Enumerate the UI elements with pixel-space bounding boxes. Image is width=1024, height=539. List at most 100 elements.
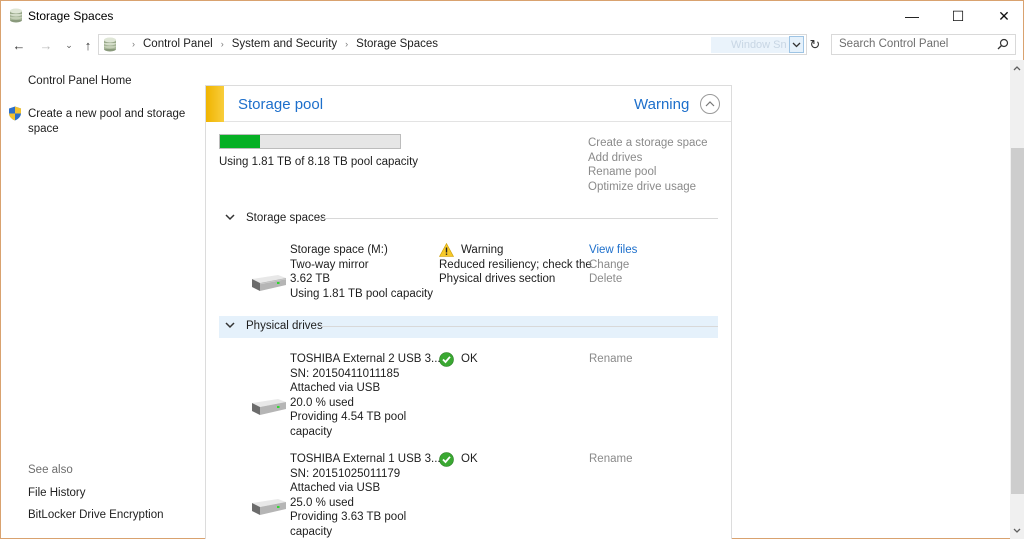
minimize-icon: — bbox=[905, 8, 919, 24]
up-button[interactable]: ↑ bbox=[79, 35, 97, 55]
storage-space-status-detail-2: Physical drives section bbox=[439, 273, 556, 286]
left-task-pane: Control Panel Home Create a new pool and… bbox=[1, 59, 201, 539]
drive-providing-cont: capacity bbox=[290, 525, 333, 538]
search-icon[interactable] bbox=[997, 38, 1009, 50]
scroll-up-button[interactable] bbox=[1010, 60, 1024, 77]
add-drives-link[interactable]: Add drives bbox=[588, 151, 708, 166]
minimize-button[interactable]: — bbox=[889, 1, 935, 31]
control-panel-home-link[interactable]: Control Panel Home bbox=[28, 74, 132, 89]
storage-space-status-detail: Reduced resiliency; check the bbox=[439, 258, 592, 271]
recent-locations-button[interactable]: ⌄ bbox=[60, 35, 78, 55]
close-button[interactable]: ✕ bbox=[981, 1, 1024, 31]
pool-usage-text: Using 1.81 TB of 8.18 TB pool capacity bbox=[219, 156, 419, 168]
maximize-icon: ☐ bbox=[951, 7, 965, 24]
physical-drive-info: TOSHIBA External 1 USB 3.... SN: 2015102… bbox=[290, 452, 444, 539]
address-bar[interactable]: › Control Panel › System and Security › … bbox=[98, 34, 807, 55]
chevron-down-icon: ⌄ bbox=[65, 39, 73, 50]
scroll-down-button[interactable] bbox=[1010, 522, 1024, 539]
forward-button[interactable]: → bbox=[37, 35, 55, 55]
chevron-down-icon bbox=[792, 42, 801, 47]
optimize-drive-usage-link[interactable]: Optimize drive usage bbox=[588, 180, 708, 195]
scroll-thumb[interactable] bbox=[1011, 148, 1024, 494]
storage-spaces-location-icon bbox=[104, 37, 116, 52]
chevron-up-icon bbox=[1013, 66, 1021, 71]
drive-connection: Attached via USB bbox=[290, 482, 381, 495]
window-title: Storage Spaces bbox=[28, 9, 114, 23]
change-link[interactable]: Change bbox=[589, 258, 637, 273]
storage-pool-header[interactable]: Storage pool Warning bbox=[206, 86, 731, 122]
pool-capacity-fill bbox=[220, 135, 260, 148]
storage-space-info: Storage space (M:) Two-way mirror 3.62 T… bbox=[290, 243, 433, 301]
chevron-down-icon bbox=[225, 214, 235, 221]
back-button[interactable]: ← bbox=[10, 35, 28, 55]
drive-icon bbox=[252, 275, 287, 291]
create-new-pool-link[interactable]: Create a new pool and storage space bbox=[28, 107, 188, 137]
storage-space-status: Warning Reduced resiliency; check the Ph… bbox=[439, 243, 592, 287]
storage-pool-title: Storage pool bbox=[238, 96, 324, 113]
drive-icon bbox=[252, 399, 286, 415]
drive-used: 25.0 % used bbox=[290, 496, 354, 509]
storage-space-size: 3.62 TB bbox=[290, 273, 331, 286]
search-input[interactable]: Search Control Panel bbox=[831, 34, 1016, 55]
breadcrumb-separator[interactable]: › bbox=[345, 39, 348, 49]
drive-name: TOSHIBA External 2 USB 3.... bbox=[290, 353, 444, 365]
breadcrumb-system-and-security[interactable]: System and Security bbox=[232, 38, 337, 50]
rename-drive-link[interactable]: Rename bbox=[589, 352, 632, 367]
view-files-link[interactable]: View files bbox=[589, 243, 637, 258]
section-divider bbox=[317, 218, 718, 219]
collapse-button[interactable] bbox=[700, 94, 720, 114]
breadcrumb-separator[interactable]: › bbox=[132, 39, 135, 49]
pool-actions: Create a storage space Add drives Rename… bbox=[588, 136, 708, 194]
drive-serial: SN: 20150411011185 bbox=[290, 367, 400, 380]
breadcrumb: › Control Panel › System and Security › … bbox=[124, 38, 438, 50]
drive-status: OK bbox=[439, 452, 478, 467]
ok-check-icon bbox=[439, 452, 454, 467]
breadcrumb-separator[interactable]: › bbox=[221, 39, 224, 49]
warning-accent-bar bbox=[206, 86, 224, 122]
physical-drives-label: Physical drives bbox=[246, 320, 323, 332]
chevron-up-icon bbox=[705, 101, 715, 107]
close-icon: ✕ bbox=[998, 7, 1010, 24]
drive-status-label: OK bbox=[461, 453, 478, 466]
section-divider bbox=[321, 326, 718, 327]
forward-arrow-icon: → bbox=[39, 37, 53, 53]
vertical-scrollbar[interactable] bbox=[1010, 60, 1024, 539]
physical-drives-section-header[interactable]: Physical drives bbox=[219, 316, 718, 338]
drive-icon bbox=[252, 499, 286, 515]
snipping-overlay-ghost: Window Sn bbox=[711, 37, 791, 53]
refresh-icon: ↻ bbox=[809, 37, 821, 52]
search-placeholder: Search Control Panel bbox=[839, 38, 949, 50]
drive-providing: Providing 3.63 TB pool bbox=[290, 511, 407, 524]
title-bar: Storage Spaces — ☐ ✕ bbox=[1, 1, 1023, 31]
drive-name: TOSHIBA External 1 USB 3.... bbox=[290, 453, 444, 465]
up-arrow-icon: ↑ bbox=[84, 37, 92, 53]
refresh-button[interactable]: ↻ bbox=[806, 35, 824, 55]
see-also-heading: See also bbox=[28, 464, 73, 476]
physical-drive-info: TOSHIBA External 2 USB 3.... SN: 2015041… bbox=[290, 352, 444, 440]
warning-icon bbox=[439, 243, 454, 258]
pool-capacity-bar bbox=[219, 134, 401, 149]
rename-pool-link[interactable]: Rename pool bbox=[588, 165, 708, 180]
uac-shield-icon bbox=[9, 106, 21, 121]
bitlocker-link[interactable]: BitLocker Drive Encryption bbox=[28, 508, 164, 523]
storage-spaces-section-header[interactable]: Storage spaces bbox=[219, 208, 718, 230]
drive-actions: Rename bbox=[589, 452, 632, 467]
storage-space-actions: View files Change Delete bbox=[589, 243, 637, 287]
rename-drive-link[interactable]: Rename bbox=[589, 452, 632, 467]
drive-providing: Providing 4.54 TB pool bbox=[290, 411, 407, 424]
drive-serial: SN: 20151025011179 bbox=[290, 467, 401, 480]
create-storage-space-link[interactable]: Create a storage space bbox=[588, 136, 708, 151]
storage-space-status-label: Warning bbox=[461, 244, 504, 256]
drive-status-label: OK bbox=[461, 353, 478, 366]
drive-status: OK bbox=[439, 352, 478, 367]
ok-check-icon bbox=[439, 352, 454, 367]
address-dropdown-button[interactable] bbox=[789, 36, 804, 53]
breadcrumb-storage-spaces[interactable]: Storage Spaces bbox=[356, 38, 438, 50]
breadcrumb-control-panel[interactable]: Control Panel bbox=[143, 38, 213, 50]
drive-used: 20.0 % used bbox=[290, 396, 354, 409]
maximize-button[interactable]: ☐ bbox=[935, 1, 981, 31]
delete-link[interactable]: Delete bbox=[589, 272, 637, 287]
file-history-link[interactable]: File History bbox=[28, 486, 86, 501]
storage-spaces-window: Storage Spaces — ☐ ✕ ← → ⌄ ↑ › Control P… bbox=[0, 0, 1024, 539]
back-arrow-icon: ← bbox=[12, 37, 26, 53]
